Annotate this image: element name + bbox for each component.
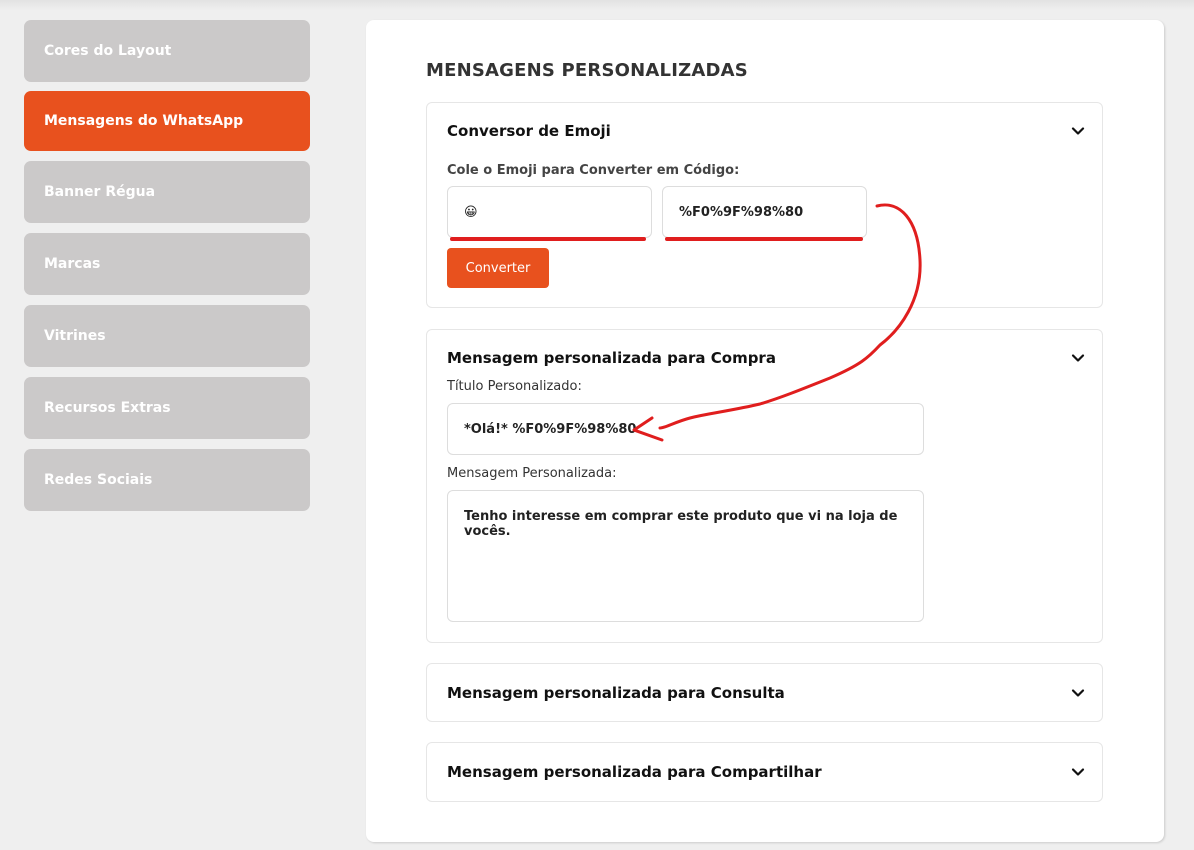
top-shadow	[0, 0, 1194, 10]
consult-message-panel: Mensagem personalizada para Consulta	[426, 663, 1103, 722]
annotation-underline	[665, 237, 863, 241]
emoji-converter-header[interactable]: Conversor de Emoji	[447, 103, 1086, 159]
chevron-down-icon[interactable]	[1070, 685, 1086, 701]
chevron-down-icon[interactable]	[1070, 123, 1086, 139]
main-card: MENSAGENS PERSONALIZADAS Conversor de Em…	[366, 20, 1164, 842]
chevron-down-icon[interactable]	[1070, 350, 1086, 366]
sidebar-item-label: Marcas	[44, 256, 101, 272]
sidebar-item-label: Vitrines	[44, 328, 106, 344]
consult-message-header[interactable]: Mensagem personalizada para Consulta	[447, 664, 1086, 721]
sidebar-item-vitrines[interactable]: Vitrines	[24, 305, 310, 367]
share-message-panel: Mensagem personalizada para Compartilhar	[426, 742, 1103, 802]
emoji-input-value: 😀	[464, 204, 478, 220]
emoji-code-output[interactable]: %F0%9F%98%80	[662, 186, 867, 238]
annotation-underline	[450, 237, 646, 241]
panel-title: Mensagem personalizada para Compra	[447, 349, 776, 367]
sidebar-item-redes-sociais[interactable]: Redes Sociais	[24, 449, 310, 511]
chevron-down-icon[interactable]	[1070, 764, 1086, 780]
panel-title: Mensagem personalizada para Consulta	[447, 683, 785, 702]
panel-title: Conversor de Emoji	[447, 122, 611, 140]
emoji-converter-panel: Conversor de Emoji Cole o Emoji para Con…	[426, 102, 1103, 308]
custom-message-textarea[interactable]: Tenho interesse em comprar este produto …	[447, 490, 924, 622]
emoji-input[interactable]: 😀	[447, 186, 652, 238]
sidebar-item-mensagens-do-whatsapp[interactable]: Mensagens do WhatsApp	[24, 91, 310, 151]
page-title: MENSAGENS PERSONALIZADAS	[426, 60, 748, 81]
emoji-field-label: Cole o Emoji para Converter em Código:	[447, 163, 740, 178]
sidebar-item-label: Mensagens do WhatsApp	[44, 113, 244, 129]
custom-title-label: Título Personalizado:	[447, 379, 582, 394]
sidebar-item-banner-regua[interactable]: Banner Régua	[24, 161, 310, 223]
sidebar-item-label: Cores do Layout	[44, 43, 172, 59]
emoji-code-value: %F0%9F%98%80	[679, 204, 804, 220]
sidebar-item-cores-do-layout[interactable]: Cores do Layout	[24, 20, 310, 82]
sidebar-item-marcas[interactable]: Marcas	[24, 233, 310, 295]
sidebar-item-label: Recursos Extras	[44, 400, 171, 416]
sidebar-item-label: Redes Sociais	[44, 472, 153, 488]
sidebar: Cores do Layout Mensagens do WhatsApp Ba…	[24, 20, 310, 521]
custom-message-value: Tenho interesse em comprar este produto …	[464, 509, 898, 539]
sidebar-item-label: Banner Régua	[44, 184, 156, 200]
panel-title: Mensagem personalizada para Compartilhar	[447, 763, 822, 781]
custom-title-value: *Olá!* %F0%9F%98%80	[464, 421, 637, 437]
purchase-message-header[interactable]: Mensagem personalizada para Compra	[447, 330, 1086, 386]
custom-title-input[interactable]: *Olá!* %F0%9F%98%80	[447, 403, 924, 455]
custom-message-label: Mensagem Personalizada:	[447, 466, 617, 481]
sidebar-item-recursos-extras[interactable]: Recursos Extras	[24, 377, 310, 439]
share-message-header[interactable]: Mensagem personalizada para Compartilhar	[447, 743, 1086, 801]
purchase-message-panel: Mensagem personalizada para Compra Títul…	[426, 329, 1103, 643]
convert-button[interactable]: Converter	[447, 248, 549, 288]
